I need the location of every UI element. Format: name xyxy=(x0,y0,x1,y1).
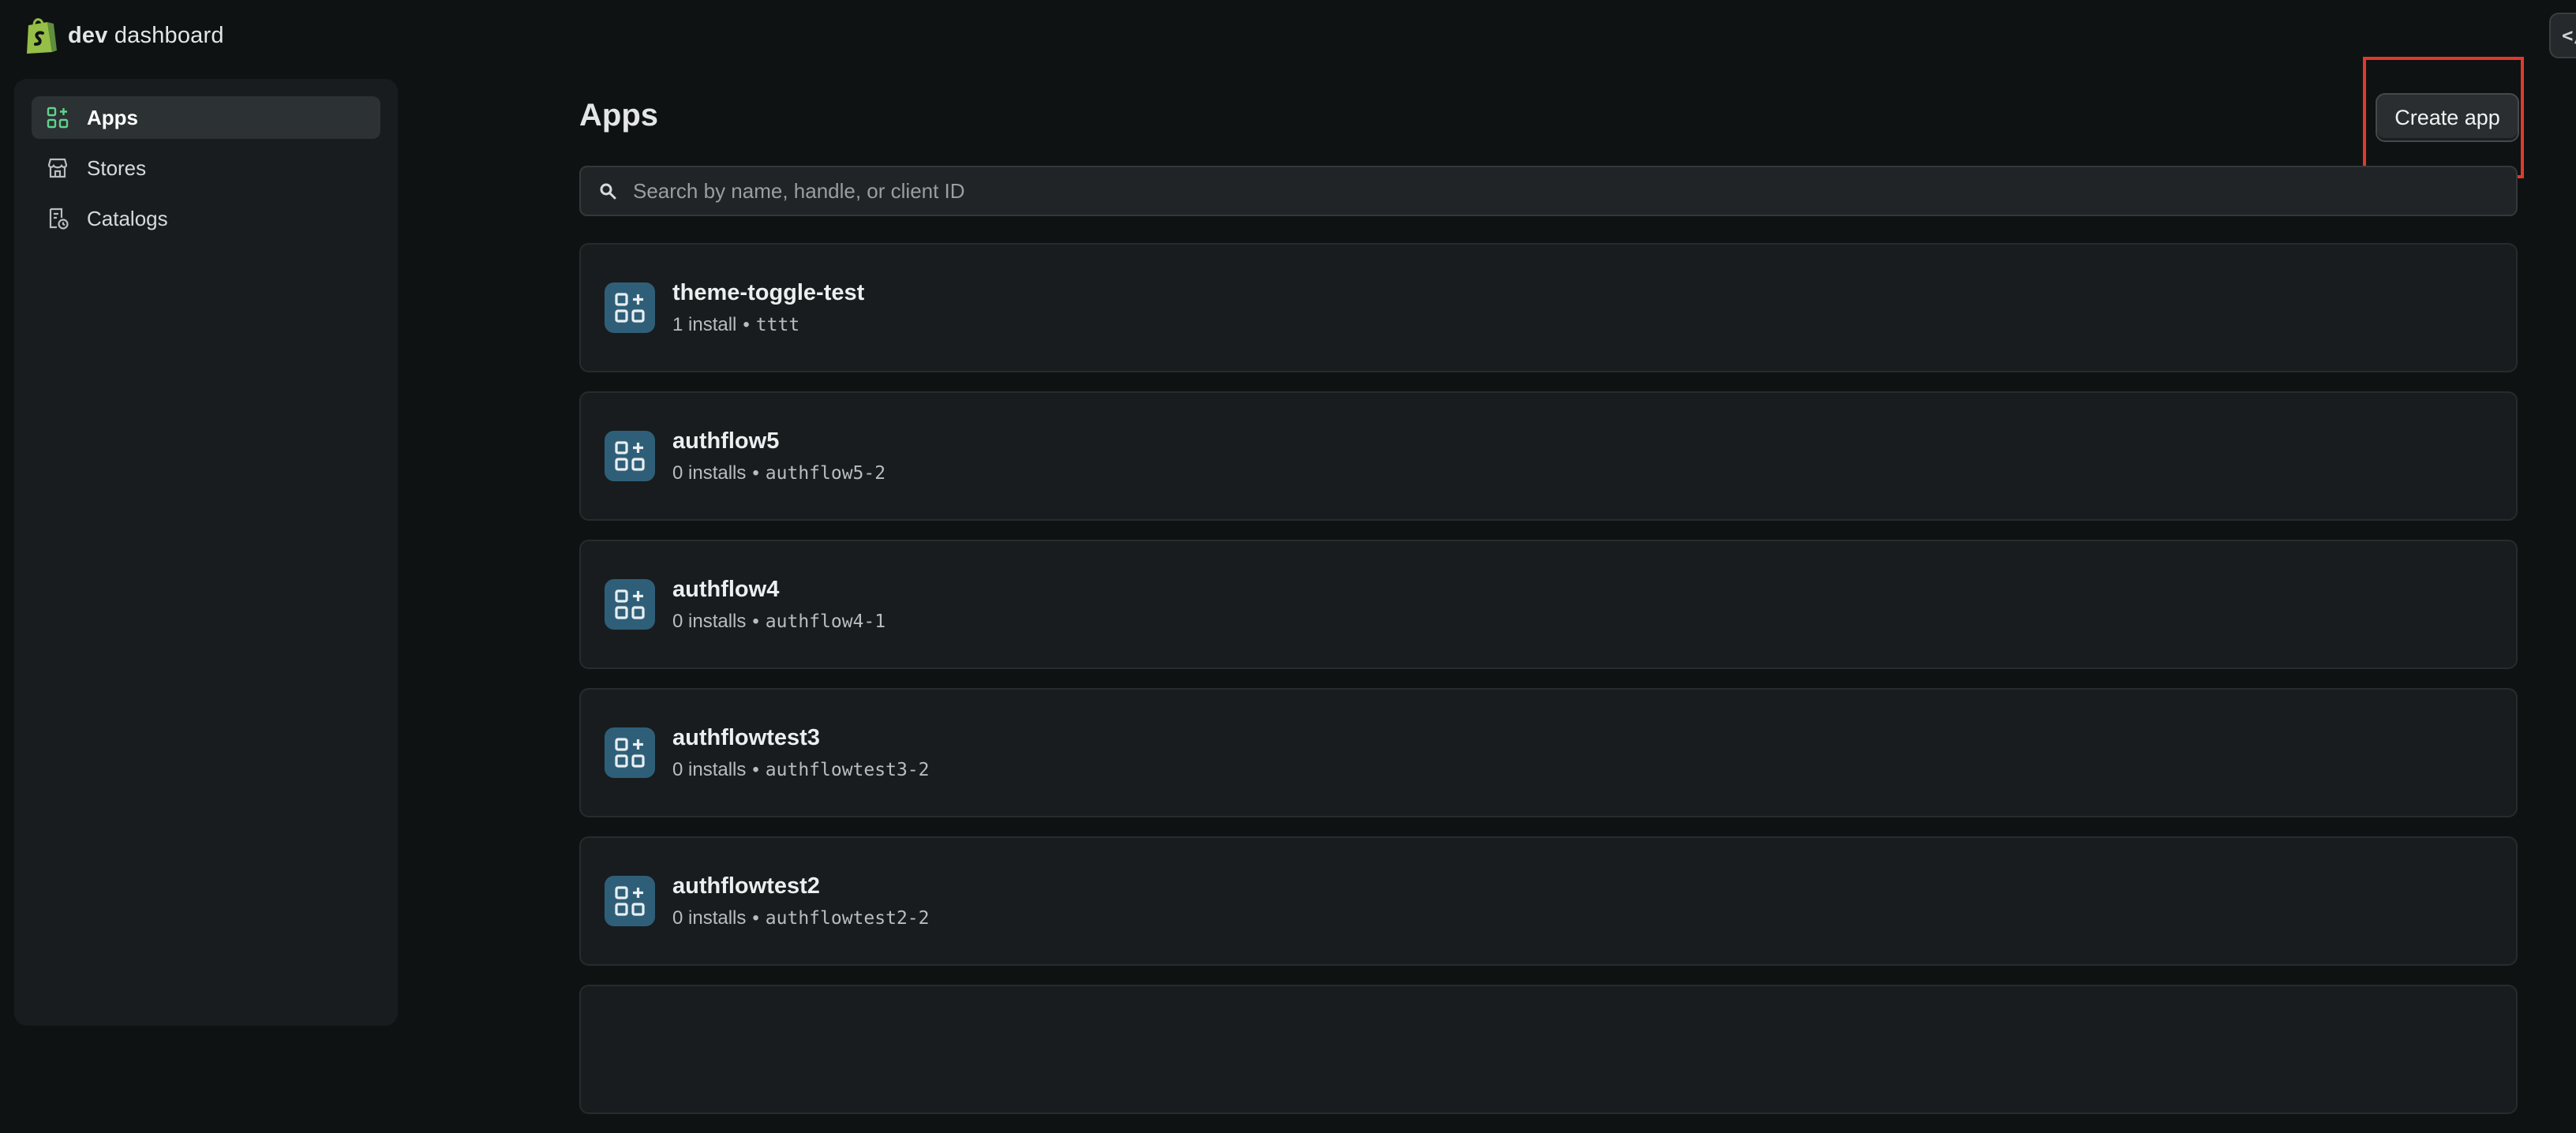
app-handle: tttt xyxy=(755,314,800,335)
app-info: authflow4 0 installs • authflow4-1 xyxy=(672,577,886,633)
catalog-icon xyxy=(49,208,69,230)
sidebar-nav: Apps Stores Catalogs xyxy=(14,79,398,265)
app-icon xyxy=(605,727,655,778)
app-name[interactable]: authflow5 xyxy=(672,428,886,454)
app-card[interactable]: authflowtest3 0 installs • authflowtest3… xyxy=(579,688,2518,817)
app-meta: 1 install • tttt xyxy=(672,314,864,336)
shopify-bag-icon xyxy=(27,18,57,54)
apps-icon xyxy=(615,589,645,619)
app-installs: 0 installs xyxy=(672,758,747,780)
app-card[interactable]: theme-toggle-test 1 install • tttt xyxy=(579,243,2518,372)
apps-icon xyxy=(615,441,645,471)
app-info: theme-toggle-test 1 install • tttt xyxy=(672,280,864,336)
sidebar-item-catalogs[interactable]: Catalogs xyxy=(32,197,380,240)
brand[interactable]: dev dashboard xyxy=(24,16,224,55)
app-meta: 0 installs • authflowtest3-2 xyxy=(672,759,930,781)
sidebar-item-apps[interactable]: Apps xyxy=(32,96,380,139)
app-installs: 0 installs xyxy=(672,907,747,929)
separator-dot: • xyxy=(743,313,750,335)
app-card-partial[interactable] xyxy=(579,985,2518,1114)
app-installs: 0 installs xyxy=(672,610,747,632)
sidebar-item-stores[interactable]: Stores xyxy=(32,147,380,189)
sidebar-item-label: Apps xyxy=(87,105,138,129)
separator-dot: • xyxy=(752,907,759,929)
separator-dot: • xyxy=(752,758,759,780)
app-name[interactable]: authflowtest2 xyxy=(672,873,930,899)
app-info: authflowtest3 0 installs • authflowtest3… xyxy=(672,725,930,781)
app-meta: 0 installs • authflowtest2-2 xyxy=(672,907,930,929)
search-bar[interactable] xyxy=(579,166,2518,216)
app-list: theme-toggle-test 1 install • tttt authf… xyxy=(579,243,2518,1133)
search-input[interactable] xyxy=(633,178,2369,204)
app-meta: 0 installs • authflow5-2 xyxy=(672,462,886,484)
app-card[interactable]: authflow4 0 installs • authflow4-1 xyxy=(579,540,2518,669)
brand-title-rest: dashboard xyxy=(114,22,224,48)
code-toggle-button[interactable]: </ xyxy=(2549,13,2576,58)
app-icon xyxy=(605,282,655,333)
apps-icon xyxy=(615,738,645,768)
top-bar: dev dashboard </ xyxy=(0,0,2576,71)
sidebar: Apps Stores Catalogs xyxy=(14,79,398,1026)
app-name[interactable]: authflowtest3 xyxy=(672,725,930,751)
page-title: Apps xyxy=(579,98,658,133)
app-handle: authflowtest2-2 xyxy=(765,907,930,929)
app-info: authflow5 0 installs • authflow5-2 xyxy=(672,428,886,484)
app-info: authflowtest2 0 installs • authflowtest2… xyxy=(672,873,930,929)
app-card[interactable]: authflowtest2 0 installs • authflowtest2… xyxy=(579,836,2518,966)
search-icon xyxy=(600,183,616,200)
brand-title-bold: dev xyxy=(68,22,108,48)
brand-title: dev dashboard xyxy=(68,23,224,49)
separator-dot: • xyxy=(752,610,759,632)
app-handle: authflow5-2 xyxy=(765,462,886,484)
app-icon xyxy=(605,431,655,481)
store-icon xyxy=(47,158,68,178)
separator-dot: • xyxy=(752,462,759,484)
sidebar-item-label: Stores xyxy=(87,155,147,180)
app-card[interactable]: authflow5 0 installs • authflow5-2 xyxy=(579,391,2518,521)
apps-icon xyxy=(615,293,645,323)
create-app-button[interactable]: Create app xyxy=(2376,93,2519,142)
app-installs: 1 install xyxy=(672,313,737,335)
sidebar-item-label: Catalogs xyxy=(87,206,168,230)
app-handle: authflow4-1 xyxy=(765,611,886,632)
apps-icon xyxy=(47,107,69,129)
app-icon xyxy=(605,876,655,926)
app-name[interactable]: theme-toggle-test xyxy=(672,280,864,306)
app-installs: 0 installs xyxy=(672,462,747,484)
app-name[interactable]: authflow4 xyxy=(672,577,886,603)
apps-icon xyxy=(615,886,645,916)
app-handle: authflowtest3-2 xyxy=(765,759,930,780)
app-icon xyxy=(605,579,655,630)
app-meta: 0 installs • authflow4-1 xyxy=(672,611,886,633)
